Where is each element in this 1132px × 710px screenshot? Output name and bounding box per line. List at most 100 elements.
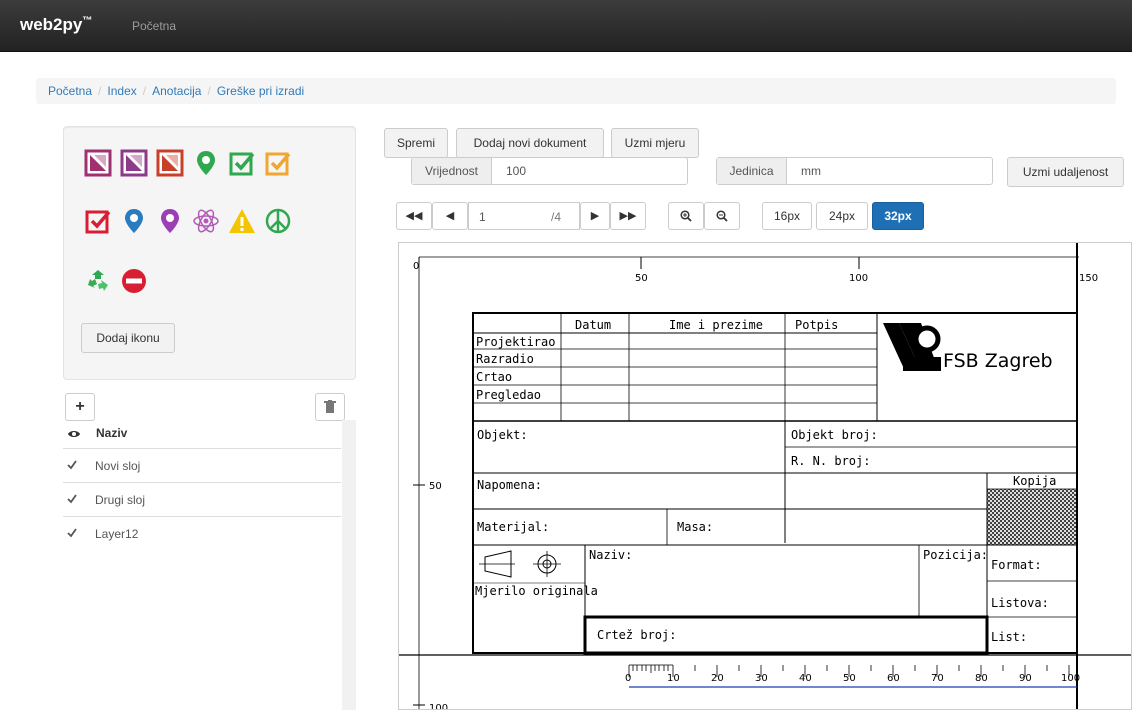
- header-potpis: Potpis: [795, 318, 838, 332]
- breadcrumb-home[interactable]: Početna: [48, 84, 92, 98]
- nav-home-link[interactable]: Početna: [132, 19, 176, 33]
- row-crtao: Crtao: [476, 370, 512, 384]
- trash-icon: [324, 400, 336, 413]
- format-label: Format:: [991, 558, 1042, 572]
- layer-row[interactable]: Novi sloj: [63, 448, 341, 482]
- no-entry-icon[interactable]: [120, 267, 148, 295]
- take-measure-button[interactable]: Uzmi mjeru: [611, 128, 699, 158]
- value-input-group: Vrijednost 100: [411, 157, 688, 185]
- header-ime: Ime i prezime: [669, 318, 763, 332]
- total-pages: /4: [551, 210, 562, 224]
- scale-label: 90: [1019, 673, 1032, 684]
- map-marker-green-icon[interactable]: [192, 149, 220, 177]
- value-label: Vrijednost: [412, 158, 492, 184]
- masa-label: Masa:: [677, 520, 713, 534]
- pozicija-label: Pozicija:: [923, 548, 988, 562]
- ruler-left-50: 50: [429, 481, 442, 492]
- pattern-icon-purple[interactable]: [84, 149, 112, 177]
- layer-name: Novi sloj: [95, 459, 141, 473]
- map-marker-purple-icon[interactable]: [156, 207, 184, 235]
- delete-layer-button[interactable]: [315, 393, 345, 421]
- breadcrumb-current[interactable]: Greške pri izradi: [217, 84, 304, 98]
- layer-name: Drugi sloj: [95, 493, 146, 507]
- crtez-broj-label: Crtež broj:: [597, 628, 676, 642]
- zoom-out-icon: [716, 210, 728, 222]
- materijal-label: Materijal:: [477, 520, 549, 534]
- header-datum: Datum: [575, 318, 611, 332]
- listova-label: Listova:: [991, 596, 1049, 610]
- unit-label: Jedinica: [717, 158, 787, 184]
- layers-scrollbar[interactable]: [342, 420, 356, 710]
- title-block-drawing: 0 50 100 150 50 100 Datum Ime i prezime …: [399, 243, 1131, 709]
- row-projektirao: Projektirao: [476, 335, 555, 349]
- eye-icon: [68, 431, 80, 437]
- pattern-icon-red[interactable]: [156, 149, 184, 177]
- pattern-icon-violet[interactable]: [120, 149, 148, 177]
- next-page-button[interactable]: ▶: [580, 202, 610, 230]
- drawing-canvas[interactable]: 0 50 100 150 50 100 Datum Ime i prezime …: [398, 242, 1132, 710]
- navbar: web2py™ Početna: [0, 0, 1132, 52]
- kopija-hatch: [987, 489, 1077, 545]
- projection-symbol: [479, 550, 561, 578]
- ruler-top-50: 50: [635, 273, 648, 284]
- logo-text: FSB Zagreb: [943, 350, 1053, 372]
- current-page[interactable]: 1: [479, 210, 486, 224]
- checkbox-red-icon[interactable]: [84, 207, 112, 235]
- last-page-button[interactable]: ▶▶: [610, 202, 646, 230]
- scale-label: 80: [975, 673, 988, 684]
- list-label: List:: [991, 630, 1027, 644]
- brand-text: web2py: [20, 15, 83, 34]
- map-marker-blue-icon[interactable]: [120, 207, 148, 235]
- recycle-icon[interactable]: [84, 267, 112, 295]
- breadcrumb-index[interactable]: Index: [107, 84, 136, 98]
- step-backward-icon: ◀: [445, 210, 455, 222]
- fast-backward-icon: ◀◀: [405, 210, 423, 222]
- layer-row[interactable]: Layer12: [63, 516, 341, 550]
- value-input[interactable]: 100: [506, 158, 526, 184]
- scale-label: 60: [887, 673, 900, 684]
- zoom-out-button[interactable]: [704, 202, 740, 230]
- add-document-button[interactable]: Dodaj novi dokument: [456, 128, 604, 158]
- atom-icon[interactable]: [192, 207, 220, 235]
- warning-icon[interactable]: [228, 207, 256, 235]
- unit-input-group: Jedinica mm: [716, 157, 993, 185]
- checkbox-checked-icon[interactable]: [67, 460, 77, 470]
- layer-row[interactable]: Drugi sloj: [63, 482, 341, 516]
- objekt-broj-label: Objekt broj:: [791, 428, 878, 442]
- ruler-top-0: 0: [413, 261, 419, 272]
- row-pregledao: Pregledao: [476, 388, 541, 402]
- prev-page-button[interactable]: ◀: [432, 202, 468, 230]
- scale-label: 10: [667, 673, 680, 684]
- zoom-in-icon: [680, 210, 692, 222]
- checkbox-checked-icon[interactable]: [67, 528, 77, 538]
- ruler-top-100: 100: [849, 273, 868, 284]
- add-layer-button[interactable]: +: [65, 393, 95, 421]
- zoom-in-button[interactable]: [668, 202, 704, 230]
- breadcrumb: Početna / Index / Anotacija / Greške pri izrad…: [36, 78, 1116, 104]
- naziv-label: Naziv:: [589, 548, 632, 562]
- brand-logo[interactable]: web2py™: [20, 15, 92, 35]
- checkbox-checked-icon[interactable]: [67, 494, 77, 504]
- scale-label: 20: [711, 673, 724, 684]
- objekt-label: Objekt:: [477, 428, 528, 442]
- take-distance-button[interactable]: Uzmi udaljenost: [1007, 157, 1124, 187]
- scale-label: 40: [799, 673, 812, 684]
- checkbox-green-icon[interactable]: [228, 149, 256, 177]
- napomena-label: Napomena:: [477, 478, 542, 492]
- size-32-button[interactable]: 32px: [872, 202, 924, 230]
- size-16-button[interactable]: 16px: [762, 202, 812, 230]
- rn-broj-label: R. N. broj:: [791, 454, 870, 468]
- size-24-button[interactable]: 24px: [816, 202, 868, 230]
- peace-icon[interactable]: [264, 207, 292, 235]
- first-page-button[interactable]: ◀◀: [396, 202, 432, 230]
- layers-column-header: Naziv: [96, 426, 128, 440]
- page-input[interactable]: 1 /4: [468, 202, 580, 230]
- scale-label: 100: [1061, 673, 1080, 684]
- checkbox-orange-icon[interactable]: [264, 149, 292, 177]
- unit-input[interactable]: mm: [801, 158, 821, 184]
- layer-name: Layer12: [95, 527, 139, 541]
- kopija-label: Kopija: [1013, 474, 1056, 488]
- save-button[interactable]: Spremi: [384, 128, 448, 158]
- add-icon-button[interactable]: Dodaj ikonu: [81, 323, 175, 353]
- breadcrumb-anotacija[interactable]: Anotacija: [152, 84, 201, 98]
